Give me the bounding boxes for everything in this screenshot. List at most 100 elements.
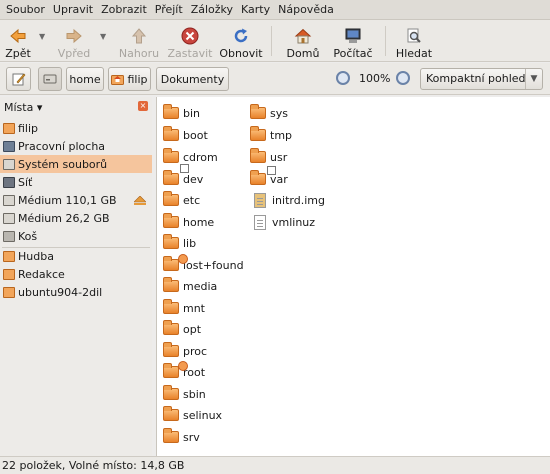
file-name: usr [270,150,288,164]
sidebar-item-label: Médium 26,2 GB [18,211,110,225]
list-item[interactable]: etc [163,191,200,209]
stop-label: Zastavit [167,47,213,60]
list-item[interactable]: selinux [163,406,222,424]
home-folder-icon [3,122,15,134]
chevron-down-icon: ▼ [525,69,542,89]
crumb-filip-label: filip [127,72,148,86]
list-item[interactable]: cdrom [163,148,218,173]
menu-help[interactable]: Nápověda [274,0,338,20]
list-item[interactable]: bin [163,104,200,122]
file-name: tmp [270,128,293,142]
sidebar-item-network[interactable]: Síť [0,173,152,191]
search-label: Hledat [395,47,433,60]
up-label: Nahoru [118,47,160,60]
menu-bookmarks[interactable]: Záložky [187,0,237,20]
search-button[interactable]: Hledat [394,22,434,60]
sidebar-item-label: Síť [18,175,33,189]
sidebar-bookmark-ubuntu904[interactable]: ubuntu904-2dil [0,283,152,301]
computer-button[interactable]: Počítač [331,22,375,60]
folder-icon [163,234,179,249]
back-button[interactable]: Zpět [4,22,32,60]
list-item[interactable]: initrd.img [252,191,325,209]
list-item[interactable]: home [163,213,214,231]
list-item[interactable]: boot [163,126,208,144]
sidebar-item-label: Koš [18,229,38,243]
sidebar-header[interactable]: Místa ▾ [4,101,42,114]
sidebar-item-label: Redakce [18,267,65,281]
list-item[interactable]: media [163,277,217,295]
view-mode-select[interactable]: Kompaktní pohled ▼ [420,68,543,90]
sidebar-header-label: Místa [4,101,34,114]
menu-go[interactable]: Přejít [151,0,187,20]
arrow-right-icon [65,27,83,45]
list-item[interactable]: dev [163,170,203,188]
sidebar-item-filip[interactable]: filip [0,119,152,137]
crumb-root-button[interactable] [38,67,62,91]
sidebar-item-medium-26[interactable]: Médium 26,2 GB [0,209,152,227]
list-item[interactable]: srv [163,428,200,446]
list-item[interactable]: mnt [163,299,205,317]
file-name: proc [183,344,208,358]
sidebar-item-medium-110[interactable]: Médium 110,1 GB [0,191,152,209]
reload-label: Obnovit [219,47,263,60]
list-item[interactable]: var [250,166,288,188]
crumb-home-label: home [69,72,101,86]
file-view[interactable]: bin boot cdrom dev etc home lib lost+fou… [156,97,550,456]
sidebar-item-trash[interactable]: Koš [0,227,152,245]
reload-button[interactable]: Obnovit [219,22,263,60]
home-button[interactable]: Domů [283,22,323,60]
list-item[interactable]: vmlinuz [252,213,315,231]
list-item[interactable]: sbin [163,385,206,403]
menu-file[interactable]: Soubor [2,0,49,20]
list-item[interactable]: usr [250,148,287,166]
zoom-out-icon[interactable] [336,71,350,85]
crumb-filip-button[interactable]: filip [108,67,151,91]
toolbar-divider [385,26,386,56]
toggle-location-entry-button[interactable] [6,67,31,91]
forward-button[interactable]: Vpřed [55,22,93,60]
sidebar-item-desktop[interactable]: Pracovní plocha [0,137,152,155]
crumb-dokumenty-button[interactable]: Dokumenty [156,67,229,91]
list-item[interactable]: tmp [250,126,292,144]
menu-tabs[interactable]: Karty [237,0,274,20]
up-button[interactable]: Nahoru [117,22,161,60]
folder-icon [163,191,179,206]
folder-icon [250,148,266,163]
drive-icon [3,212,15,224]
list-item[interactable]: opt [163,320,201,338]
list-item[interactable]: lib [163,234,196,252]
sidebar-bookmark-redakce[interactable]: Redakce [0,265,152,283]
zoom-in-icon[interactable] [396,71,410,85]
file-name: lib [183,236,197,250]
list-item[interactable]: root [163,361,205,381]
folder-icon [163,254,188,271]
sidebar-item-label: Hudba [18,249,54,263]
close-sidebar-icon[interactable]: × [138,101,148,111]
sidebar-item-filesystem[interactable]: Systém souborů [0,155,152,173]
list-item[interactable]: proc [163,342,207,360]
back-history-icon[interactable]: ▼ [39,32,45,41]
menu-edit[interactable]: Upravit [49,0,97,20]
stop-button[interactable]: Zastavit [167,22,213,60]
toolbar-divider [271,26,272,56]
file-name: cdrom [183,150,218,164]
sidebar-bookmark-hudba[interactable]: Hudba [0,247,152,265]
list-item[interactable]: lost+found [163,254,244,274]
folder-icon [163,428,179,443]
back-label: Zpět [5,47,31,60]
desktop-icon [3,140,15,152]
eject-icon[interactable] [134,196,146,205]
list-item[interactable]: sys [250,104,288,122]
file-name: sbin [183,387,206,401]
menu-view[interactable]: Zobrazit [97,0,151,20]
crumb-home-button[interactable]: home [66,67,104,91]
locked-emblem-icon [178,254,188,264]
folder-icon [3,250,15,262]
file-name: bin [183,106,201,120]
sidebar-item-label: Pracovní plocha [18,139,106,153]
zoom-level: 100% [359,72,391,85]
home-icon [294,27,312,45]
trash-icon [3,230,15,242]
forward-history-icon[interactable]: ▼ [100,32,106,41]
folder-icon [163,148,189,173]
